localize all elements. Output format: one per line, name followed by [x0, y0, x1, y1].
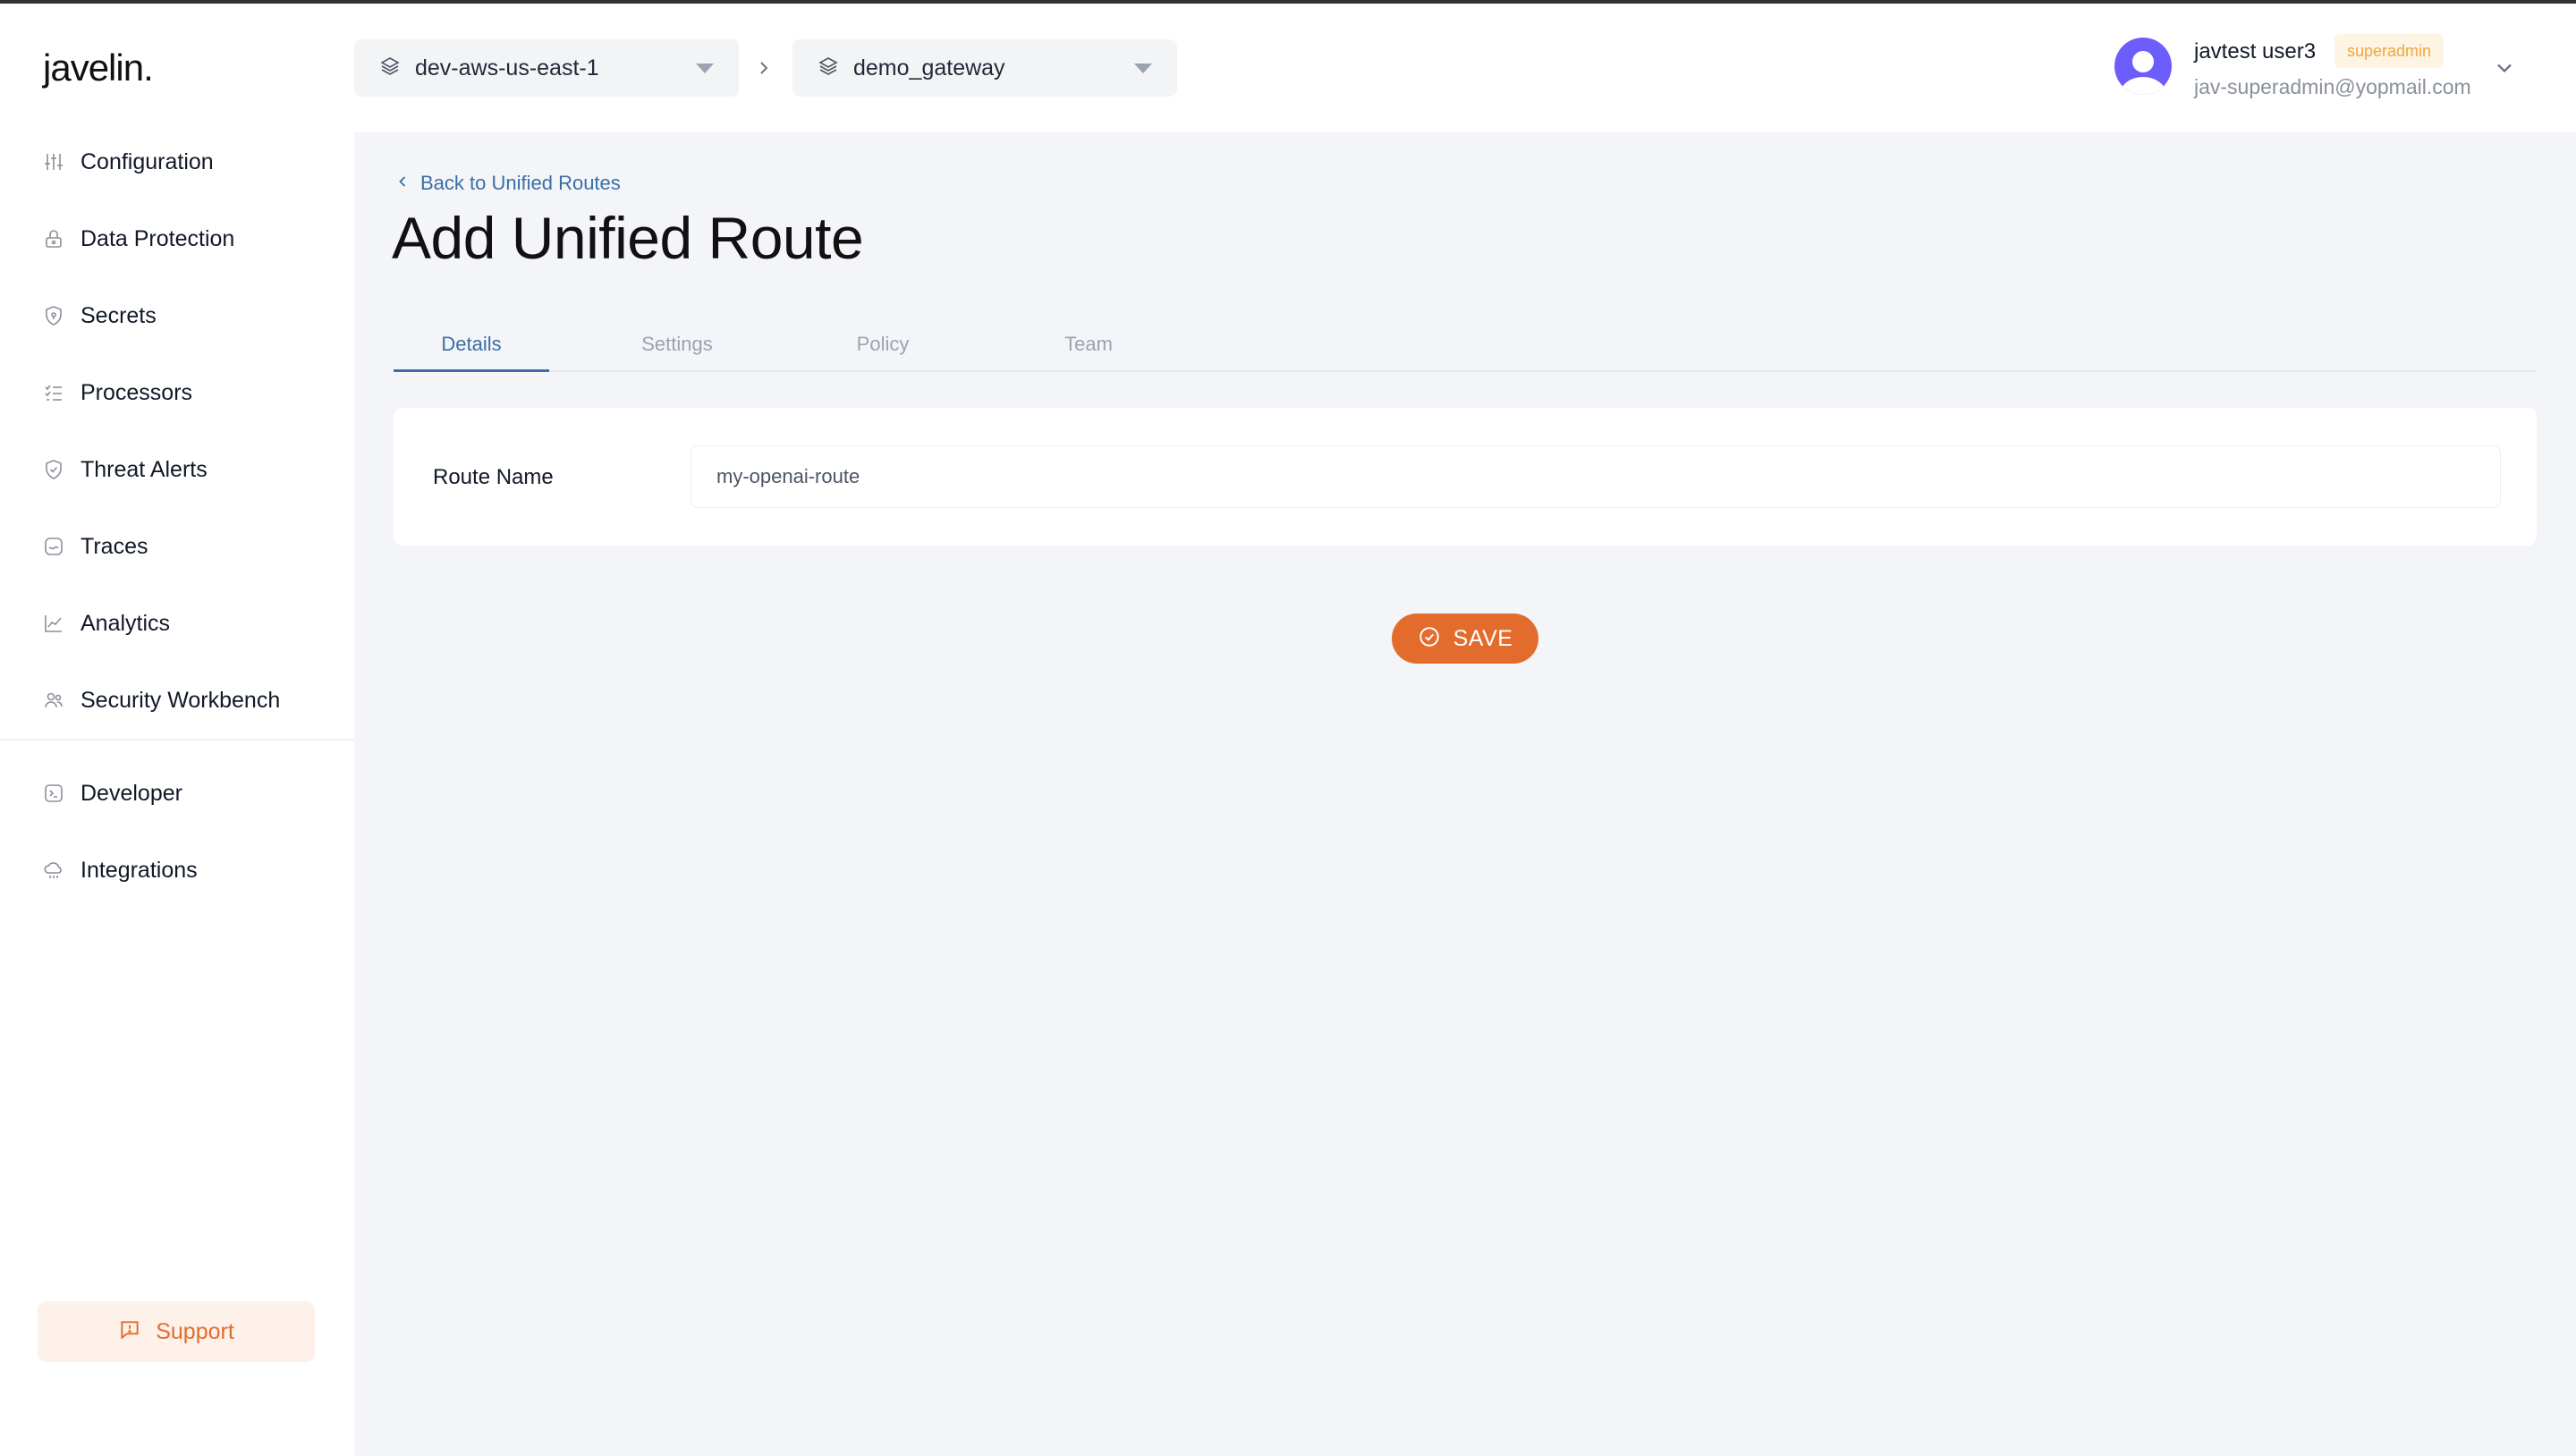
save-button[interactable]: SAVE: [1392, 614, 1538, 664]
gateway-selector-value: demo_gateway: [853, 55, 1005, 80]
gateway-selector[interactable]: demo_gateway: [792, 39, 1177, 97]
tab-policy[interactable]: Policy: [805, 326, 961, 372]
sidebar-item-security-workbench[interactable]: Security Workbench: [43, 678, 280, 723]
route-name-input[interactable]: [691, 445, 2501, 508]
back-to-unified-routes-link[interactable]: Back to Unified Routes: [394, 172, 621, 195]
app-logo[interactable]: javelin.: [43, 47, 154, 89]
environment-selector-value: dev-aws-us-east-1: [415, 55, 599, 80]
page-title: Add Unified Route: [392, 205, 864, 271]
sidebar-item-label: Integrations: [80, 857, 198, 883]
check-circle-icon: [1418, 625, 1441, 653]
support-button[interactable]: Support: [38, 1301, 315, 1362]
terminal-icon: [43, 783, 64, 804]
sidebar-item-label: Threat Alerts: [80, 456, 208, 482]
shield-check-icon: [43, 459, 64, 480]
user-name: javtest user3: [2194, 39, 2317, 63]
sidebar-item-label: Configuration: [80, 148, 214, 174]
sidebar-divider: [0, 739, 354, 741]
sliders-icon: [43, 151, 64, 173]
environment-selector[interactable]: dev-aws-us-east-1: [354, 39, 739, 97]
role-badge: superadmin: [2334, 34, 2445, 68]
sidebar-item-threat-alerts[interactable]: Threat Alerts: [43, 447, 208, 492]
checklist-icon: [43, 382, 64, 403]
sidebar-item-label: Developer: [80, 780, 182, 806]
tab-bar: Details Settings Policy Team: [394, 326, 2537, 372]
user-email: jav-superadmin@yopmail.com: [2194, 75, 2471, 98]
layers-icon: [379, 55, 401, 81]
chevron-left-icon: [394, 173, 411, 195]
sidebar-item-label: Data Protection: [80, 225, 235, 251]
tab-team[interactable]: Team: [1011, 326, 1166, 372]
chevron-right-icon: [753, 57, 775, 79]
save-label: SAVE: [1453, 625, 1513, 651]
sidebar-item-label: Secrets: [80, 302, 157, 328]
sidebar-item-processors[interactable]: Processors: [43, 370, 192, 415]
details-form-card: Route Name: [394, 408, 2537, 546]
layers-icon: [818, 55, 839, 81]
route-name-label: Route Name: [433, 465, 554, 489]
avatar[interactable]: [2114, 38, 2172, 95]
sidebar-item-data-protection[interactable]: Data Protection: [43, 216, 234, 261]
sidebar-item-developer[interactable]: Developer: [43, 771, 182, 816]
back-link-label: Back to Unified Routes: [420, 172, 621, 194]
chat-alert-icon: [118, 1318, 141, 1346]
caret-down-icon: [696, 63, 714, 73]
caret-down-icon: [1134, 63, 1152, 73]
shield-icon: [43, 305, 64, 326]
tab-settings[interactable]: Settings: [599, 326, 755, 372]
sidebar-item-label: Analytics: [80, 610, 171, 636]
sidebar-item-label: Traces: [80, 533, 148, 559]
top-header: dev-aws-us-east-1 demo_gateway: [354, 4, 2576, 132]
main-content: Back to Unified Routes Add Unified Route…: [354, 132, 2576, 1456]
sidebar-item-integrations[interactable]: Integrations: [43, 848, 198, 893]
lock-icon: [43, 228, 64, 250]
sidebar: javelin. Configuration Data Protection S…: [0, 4, 354, 1456]
chevron-down-icon[interactable]: [2492, 55, 2517, 80]
sidebar-item-secrets[interactable]: Secrets: [43, 293, 157, 338]
sidebar-item-configuration[interactable]: Configuration: [43, 140, 214, 184]
users-icon: [43, 690, 64, 711]
tab-details[interactable]: Details: [394, 326, 549, 372]
sidebar-item-analytics[interactable]: Analytics: [43, 601, 170, 646]
sidebar-item-label: Processors: [80, 379, 193, 405]
support-label: Support: [156, 1318, 234, 1344]
sidebar-item-traces[interactable]: Traces: [43, 524, 148, 569]
trace-icon: [43, 536, 64, 557]
cloud-icon: [43, 859, 64, 881]
sidebar-item-label: Security Workbench: [80, 687, 281, 713]
chart-line-icon: [43, 613, 64, 634]
